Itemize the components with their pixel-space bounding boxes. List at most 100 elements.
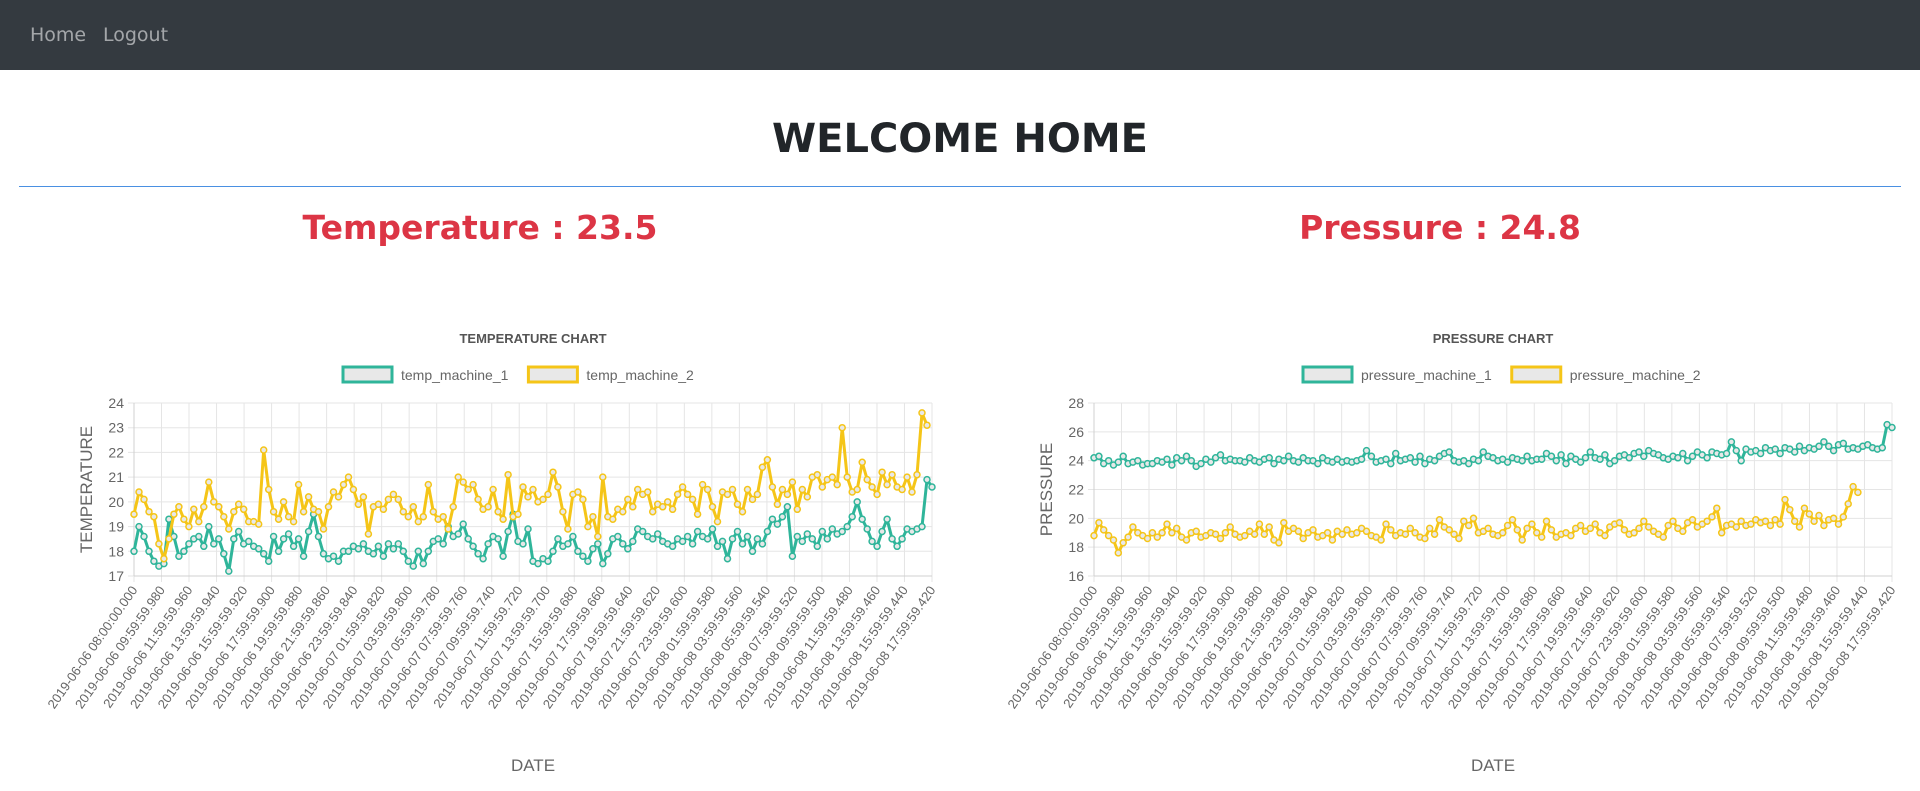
data-point	[254, 545, 263, 553]
data-point	[1722, 449, 1731, 458]
data-point	[404, 512, 413, 521]
data-point	[828, 525, 837, 533]
data-point	[1182, 536, 1191, 544]
data-point	[728, 485, 737, 494]
data-point	[718, 537, 727, 546]
data-point	[1163, 455, 1171, 463]
data-point	[544, 557, 552, 565]
data-point	[1314, 459, 1322, 468]
data-point	[1839, 439, 1848, 448]
data-point	[604, 550, 612, 558]
y-tick-label: 17	[108, 568, 124, 584]
data-point	[619, 507, 627, 516]
data-point	[354, 500, 363, 509]
data-point	[284, 512, 293, 521]
temperature-chart: TEMPERATURE CHART temp_machine_1 temp_mach…	[44, 331, 938, 775]
data-point	[175, 503, 183, 511]
y-tick-label: 28	[1068, 395, 1084, 411]
data-point	[449, 503, 457, 511]
data-point	[130, 547, 138, 556]
data-point	[200, 503, 208, 511]
data-point	[698, 480, 707, 489]
data-point	[594, 540, 602, 548]
data-point	[868, 537, 876, 546]
data-point	[1294, 527, 1303, 536]
data-point	[294, 535, 303, 543]
data-point	[883, 515, 891, 523]
data-point	[1586, 448, 1595, 456]
chart-title: TEMPERATURE CHART	[459, 331, 606, 346]
data-point	[918, 522, 926, 531]
data-point	[798, 485, 807, 494]
data-point	[853, 485, 861, 494]
y-tick-label: 21	[108, 469, 124, 485]
data-point	[1805, 510, 1814, 518]
data-point	[1455, 534, 1463, 543]
data-point	[733, 527, 742, 536]
data-point	[878, 527, 886, 536]
data-point	[778, 485, 787, 494]
data-point	[1129, 523, 1137, 531]
data-point	[1786, 505, 1794, 514]
data-point	[1727, 438, 1736, 446]
data-point	[648, 535, 657, 543]
data-point	[399, 547, 408, 556]
data-point	[723, 490, 732, 499]
data-point	[883, 480, 891, 489]
data-point	[1790, 517, 1799, 525]
data-point	[289, 517, 298, 526]
data-point	[205, 478, 213, 486]
x-axis-title: DATE	[1471, 756, 1515, 775]
data-point	[589, 512, 597, 521]
data-point	[459, 478, 467, 486]
data-point	[893, 542, 901, 551]
data-point	[504, 470, 512, 479]
data-point	[494, 507, 502, 516]
data-point	[688, 540, 697, 548]
data-point	[155, 540, 163, 548]
data-point	[439, 540, 447, 548]
data-point	[504, 527, 512, 536]
data-point	[1503, 521, 1512, 530]
data-point	[783, 490, 792, 499]
data-point	[813, 542, 822, 551]
data-point	[524, 525, 532, 533]
data-point	[1640, 517, 1648, 525]
data-point	[1591, 520, 1599, 528]
data-point	[683, 532, 692, 541]
data-point	[409, 503, 418, 511]
data-point	[1474, 456, 1483, 465]
y-tick-label: 22	[108, 444, 124, 460]
legend-label: pressure_machine_1	[1361, 367, 1492, 383]
data-point	[424, 480, 433, 489]
data-point	[1795, 523, 1804, 531]
data-point	[638, 527, 647, 536]
data-point	[429, 507, 438, 516]
data-point	[544, 490, 552, 499]
data-point	[399, 507, 408, 516]
legend-swatch	[1510, 365, 1563, 384]
nav-logout-link[interactable]: Logout	[103, 24, 168, 46]
data-point	[474, 550, 482, 558]
data-point	[1172, 524, 1181, 533]
data-point	[1542, 517, 1551, 525]
data-point	[439, 512, 447, 521]
data-point	[678, 537, 687, 546]
temperature-reading: Temperature : 23.5	[302, 208, 658, 247]
data-point	[1732, 446, 1741, 455]
data-point	[484, 540, 492, 548]
data-point	[838, 527, 846, 536]
data-point	[1387, 526, 1395, 534]
data-point	[314, 507, 323, 516]
data-point	[728, 535, 737, 543]
data-point	[668, 542, 677, 551]
nav-home-link[interactable]: Home	[30, 24, 86, 46]
legend-label: temp_machine_1	[401, 367, 509, 383]
data-point	[624, 545, 632, 553]
data-point	[1518, 536, 1526, 544]
data-point	[1601, 451, 1609, 459]
data-point	[763, 456, 772, 464]
data-point	[918, 409, 926, 417]
data-point	[1708, 513, 1716, 521]
data-point	[1095, 518, 1103, 527]
